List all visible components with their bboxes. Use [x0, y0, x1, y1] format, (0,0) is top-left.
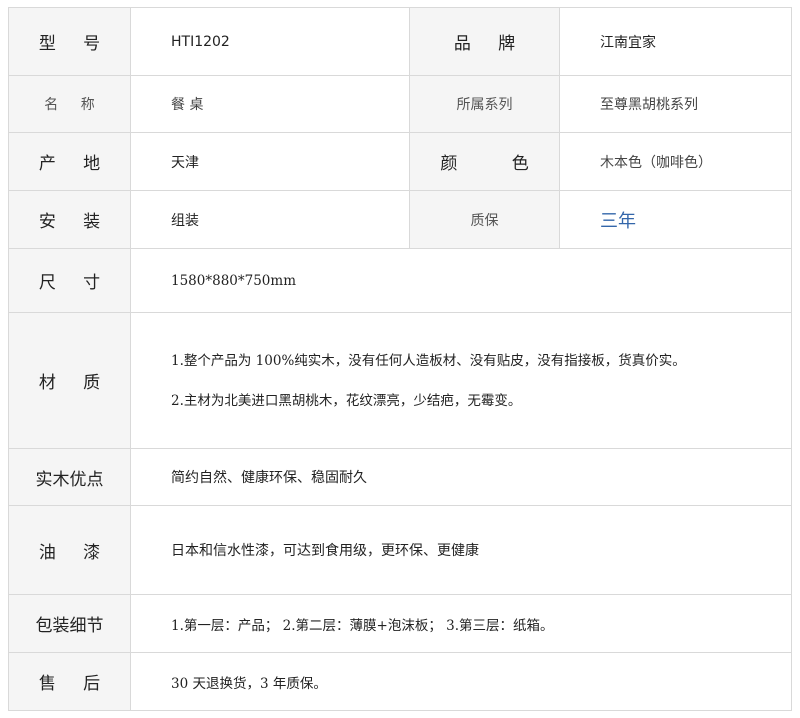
brand-label: 品牌: [409, 7, 560, 76]
after-sales-label: 售后: [8, 652, 131, 711]
table-row: 售后 30 天退换货，3 年质保。: [8, 652, 792, 711]
install-label: 安装: [8, 190, 131, 249]
color-label: 颜色: [409, 132, 560, 191]
table-row: 油漆 日本和信水性漆，可达到食用级，更环保、更健康: [8, 505, 792, 595]
name-value: 餐 桌: [130, 75, 410, 133]
advantage-label: 实木优点: [8, 448, 131, 506]
table-row: 型号 HTI1202 品牌 江南宜家: [8, 7, 792, 76]
size-label: 尺寸: [8, 248, 131, 313]
table-row: 产地 天津 颜色 木本色（咖啡色）: [8, 132, 792, 191]
packaging-label: 包装细节: [8, 594, 131, 653]
table-row: 包装细节 1.第一层：产品； 2.第二层：薄膜+泡沫板； 3.第三层：纸箱。: [8, 594, 792, 653]
paint-label: 油漆: [8, 505, 131, 595]
size-value: 1580*880*750mm: [130, 248, 792, 313]
material-value: 1.整个产品为 100%纯实木，没有任何人造板材、没有贴皮，没有指接板，货真价实…: [130, 312, 792, 449]
table-row: 实木优点 简约自然、健康环保、稳固耐久: [8, 448, 792, 506]
warranty-label: 质保: [409, 190, 560, 249]
series-value: 至尊黑胡桃系列: [559, 75, 792, 133]
material-label: 材质: [8, 312, 131, 449]
model-value: HTI1202: [130, 7, 410, 76]
table-row: 材质 1.整个产品为 100%纯实木，没有任何人造板材、没有贴皮，没有指接板，货…: [8, 312, 792, 449]
brand-value: 江南宜家: [559, 7, 792, 76]
material-line-1: 1.整个产品为 100%纯实木，没有任何人造板材、没有贴皮，没有指接板，货真价实…: [171, 352, 686, 369]
product-spec-table: 型号 HTI1202 品牌 江南宜家 名称 餐 桌 所属系列 至尊黑胡桃系列 产…: [8, 7, 792, 711]
table-row: 名称 餐 桌 所属系列 至尊黑胡桃系列: [8, 75, 792, 133]
advantage-value: 简约自然、健康环保、稳固耐久: [130, 448, 792, 506]
origin-label: 产地: [8, 132, 131, 191]
origin-value: 天津: [130, 132, 410, 191]
paint-value: 日本和信水性漆，可达到食用级，更环保、更健康: [130, 505, 792, 595]
name-label: 名称: [8, 75, 131, 133]
model-label: 型号: [8, 7, 131, 76]
table-row: 尺寸 1580*880*750mm: [8, 248, 792, 313]
packaging-value: 1.第一层：产品； 2.第二层：薄膜+泡沫板； 3.第三层：纸箱。: [130, 594, 792, 653]
after-sales-value: 30 天退换货，3 年质保。: [130, 652, 792, 711]
color-value: 木本色（咖啡色）: [559, 132, 792, 191]
series-label: 所属系列: [409, 75, 560, 133]
material-line-2: 2.主材为北美进口黑胡桃木，花纹漂亮，少结疤，无霉变。: [171, 392, 522, 409]
install-value: 组装: [130, 190, 410, 249]
table-row: 安装 组装 质保 三年: [8, 190, 792, 249]
warranty-value: 三年: [559, 190, 792, 249]
